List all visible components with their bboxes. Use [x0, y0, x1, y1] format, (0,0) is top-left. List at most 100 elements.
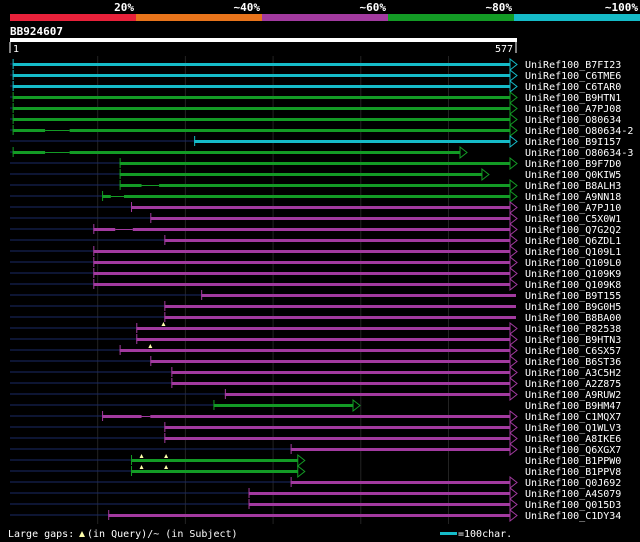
hit-row[interactable]: UniRef100_A7PJ10 — [10, 200, 621, 215]
hit-label[interactable]: UniRef100_B9G0H5 — [525, 302, 621, 313]
hit-label[interactable]: UniRef100_Q109K9 — [525, 269, 621, 280]
hit-row[interactable]: UniRef100_Q6XGX7 — [10, 442, 621, 457]
hit-row[interactable]: UniRef100_B9HTN1 — [10, 90, 621, 105]
hit-row[interactable]: UniRef100_Q109L0 — [10, 255, 621, 270]
hit-label[interactable]: UniRef100_Q0KIW5 — [525, 170, 621, 181]
hit-label[interactable]: UniRef100_A9NN18 — [525, 192, 621, 203]
hit-row[interactable]: UniRef100_A3C5H2 — [10, 365, 621, 380]
hit-label[interactable]: UniRef100_B9F7D0 — [525, 159, 621, 170]
hit-label[interactable]: UniRef100_O80634-2 — [525, 126, 633, 137]
hit-row[interactable]: UniRef100_O80634-3 — [10, 145, 633, 160]
hit-label[interactable]: UniRef100_B1PPW0 — [525, 456, 621, 467]
hit-row[interactable]: UniRef100_B8ALH3 — [10, 178, 621, 193]
hit-arrow-icon — [509, 354, 518, 369]
hit-label[interactable]: UniRef100_B1PPV8 — [525, 467, 621, 478]
hit-label[interactable]: UniRef100_B8BA00 — [525, 313, 621, 324]
hit-arrow-icon — [509, 442, 518, 457]
hit-label[interactable]: UniRef100_A8IKE6 — [525, 434, 621, 445]
hit-row[interactable]: UniRef100_C6SX57 — [10, 343, 621, 358]
hit-arrow-icon — [459, 145, 468, 160]
hit-row[interactable]: UniRef100_A8IKE6 — [10, 431, 621, 446]
hit-row[interactable]: UniRef100_B9I157 — [10, 134, 621, 149]
hit-row[interactable]: UniRef100_B9G0H5 — [10, 301, 621, 313]
hit-label[interactable]: UniRef100_A7PJ10 — [525, 203, 621, 214]
hit-row[interactable]: UniRef100_O80634 — [10, 112, 621, 127]
hit-label[interactable]: UniRef100_Q6XGX7 — [525, 445, 621, 456]
legend-swatch-1 — [10, 14, 136, 21]
hit-bar — [119, 184, 511, 187]
hit-row[interactable]: UniRef100_A4S079 — [10, 486, 621, 501]
hit-label[interactable]: UniRef100_O80634-3 — [525, 148, 633, 159]
hit-row[interactable]: UniRef100_B7FI23 — [10, 57, 621, 72]
hit-label[interactable]: UniRef100_B9T155 — [525, 291, 621, 302]
hit-row[interactable]: UniRef100_Q0J692 — [10, 475, 621, 490]
hit-label[interactable]: UniRef100_A7PJ08 — [525, 104, 621, 115]
hit-row[interactable]: UniRef100_C1MQX7 — [10, 409, 621, 424]
hit-label[interactable]: UniRef100_B7FI23 — [525, 60, 621, 71]
hit-label[interactable]: UniRef100_B9HTN1 — [525, 93, 621, 104]
hit-label[interactable]: UniRef100_B6ST36 — [525, 357, 621, 368]
hit-bar — [119, 173, 482, 176]
hit-row[interactable]: UniRef100_A2Z875 — [10, 376, 621, 391]
hit-row[interactable]: UniRef100_B9HTN3 — [10, 332, 621, 347]
hit-label[interactable]: UniRef100_B8ALH3 — [525, 181, 621, 192]
svg-text:(in Query)/~ (in Subject): (in Query)/~ (in Subject) — [87, 529, 238, 540]
hit-label[interactable]: UniRef100_Q1WLV3 — [525, 423, 621, 434]
hit-row[interactable]: UniRef100_Q6ZDL1 — [10, 233, 621, 248]
hit-row[interactable]: UniRef100_Q1WLV3 — [10, 420, 621, 435]
hit-row[interactable]: UniRef100_Q109K8 — [10, 277, 621, 292]
hit-label[interactable]: UniRef100_A3C5H2 — [525, 368, 621, 379]
hit-label[interactable]: UniRef100_Q6ZDL1 — [525, 236, 621, 247]
hit-row[interactable]: UniRef100_Q7G2Q2 — [10, 222, 621, 237]
hit-label[interactable]: UniRef100_C5X0W1 — [525, 214, 621, 225]
hit-label[interactable]: UniRef100_O80634 — [525, 115, 621, 126]
hit-row[interactable]: UniRef100_Q109K9 — [10, 266, 621, 281]
hit-row[interactable]: UniRef100_C6TAR0 — [10, 79, 621, 94]
hit-row[interactable]: UniRef100_C6TME6 — [10, 68, 621, 83]
hit-label[interactable]: UniRef100_A4S079 — [525, 489, 621, 500]
hit-label[interactable]: UniRef100_C6TAR0 — [525, 82, 621, 93]
hit-start-tick — [93, 268, 95, 278]
hit-label[interactable]: UniRef100_B9HTN3 — [525, 335, 621, 346]
hit-label[interactable]: UniRef100_B9I157 — [525, 137, 621, 148]
hit-row[interactable]: UniRef100_Q015D3 — [10, 497, 621, 512]
hit-label[interactable]: UniRef100_C1DY34 — [525, 511, 621, 522]
hit-row[interactable]: UniRef100_B1PPW0 — [10, 453, 621, 468]
hit-label[interactable]: UniRef100_A9RUW2 — [525, 390, 621, 401]
hit-label[interactable]: UniRef100_B9HM47 — [525, 401, 621, 412]
hit-row[interactable]: UniRef100_A9NN18 — [10, 189, 621, 204]
hit-row[interactable]: UniRef100_B8BA00 — [10, 312, 621, 324]
hit-row[interactable]: UniRef100_C1DY34 — [10, 508, 621, 523]
hit-bar — [224, 393, 510, 396]
hit-label[interactable]: UniRef100_Q015D3 — [525, 500, 621, 511]
hit-label[interactable]: UniRef100_Q109L1 — [525, 247, 621, 258]
hit-label[interactable]: UniRef100_C6SX57 — [525, 346, 621, 357]
hit-row[interactable]: UniRef100_B9HM47 — [10, 398, 621, 413]
hit-label[interactable]: UniRef100_A2Z875 — [525, 379, 621, 390]
hit-row[interactable]: UniRef100_O80634-2 — [10, 123, 633, 138]
hit-row[interactable]: UniRef100_A7PJ08 — [10, 101, 621, 116]
hit-row[interactable]: UniRef100_A9RUW2 — [10, 387, 621, 402]
hit-label[interactable]: UniRef100_Q109K8 — [525, 280, 621, 291]
hit-bar — [12, 151, 461, 154]
hit-row[interactable]: UniRef100_B9F7D0 — [10, 156, 621, 171]
hit-start-tick — [12, 81, 14, 91]
hit-start-tick — [248, 499, 250, 509]
hit-row[interactable]: UniRef100_B6ST36 — [10, 354, 621, 369]
hit-bar — [150, 360, 511, 363]
hit-row[interactable]: UniRef100_P82538 — [10, 321, 621, 336]
ruler-end-label: 577 — [495, 44, 513, 55]
hit-row[interactable]: UniRef100_Q0KIW5 — [10, 167, 621, 182]
hit-row[interactable]: UniRef100_B9T155 — [10, 290, 621, 302]
hit-label[interactable]: UniRef100_C6TME6 — [525, 71, 621, 82]
hit-label[interactable]: UniRef100_Q109L0 — [525, 258, 621, 269]
hit-label[interactable]: UniRef100_Q7G2Q2 — [525, 225, 621, 236]
hit-label[interactable]: UniRef100_Q0J692 — [525, 478, 621, 489]
hit-arrow-icon — [509, 475, 518, 490]
hit-row[interactable]: UniRef100_Q109L1 — [10, 244, 621, 259]
hit-label[interactable]: UniRef100_C1MQX7 — [525, 412, 621, 423]
gap-legend-subject: (in Subject) — [159, 529, 237, 540]
hit-row[interactable]: UniRef100_C5X0W1 — [10, 211, 621, 226]
hit-row[interactable]: UniRef100_B1PPV8 — [10, 464, 621, 479]
hit-label[interactable]: UniRef100_P82538 — [525, 324, 621, 335]
